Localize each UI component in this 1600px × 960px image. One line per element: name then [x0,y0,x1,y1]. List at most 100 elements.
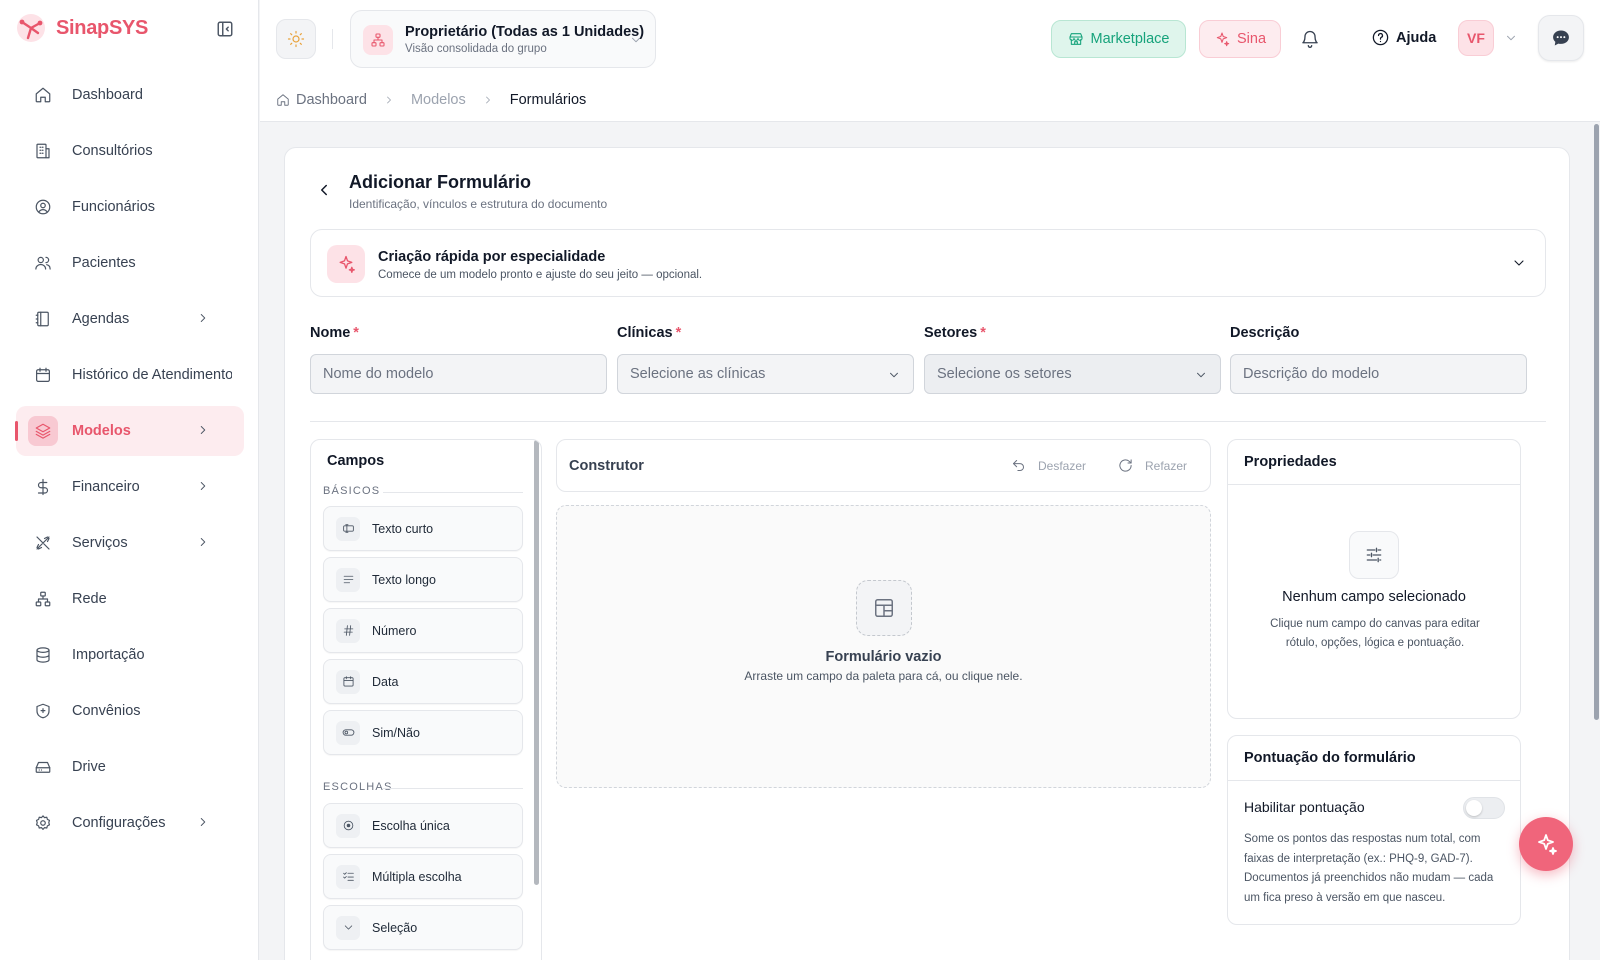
palette-group-choices: ESCOLHAS [323,781,523,793]
sidebar-item-financeiro[interactable]: Financeiro [16,462,244,512]
theme-toggle-button[interactable] [276,19,316,59]
sectors-placeholder: Selecione os setores [937,366,1072,382]
sidebar-item-servicos[interactable]: Serviços [16,518,244,568]
quick-create-title: Criação rápida por especialidade [378,249,606,265]
undo-button[interactable]: Desfazer [1011,458,1086,473]
notifications-button[interactable] [1300,29,1320,49]
brand[interactable]: SinapSYS [16,13,148,43]
chevron-down-icon[interactable] [1504,31,1518,45]
avatar[interactable]: VF [1458,20,1494,56]
unit-selector[interactable]: Proprietário (Todas as 1 Unidades) Visão… [350,10,656,68]
sidebar-item-pacientes[interactable]: Pacientes [16,238,244,288]
chevron-down-icon [632,37,640,43]
undo-label: Desfazer [1038,458,1087,473]
palette-item-single-choice[interactable]: Escolha única [323,803,523,848]
builder-header: Construtor Desfazer Refazer [556,439,1211,492]
chevron-right-icon [200,482,206,490]
palette-item-date[interactable]: Data [323,659,523,704]
palette-item-short-text[interactable]: Texto curto [323,506,523,551]
chevron-right-icon [485,96,490,103]
unit-title: Proprietário (Todas as 1 Unidades) [405,24,645,40]
clinics-field: Clínicas * Selecione as clínicas [617,325,914,394]
quick-create-panel[interactable]: Criação rápida por especialidade Comece … [310,229,1546,297]
hierarchy-icon [363,25,393,55]
canvas-empty-subtitle: Arraste um campo da paleta para cá, ou c… [744,669,1023,683]
sectors-select[interactable]: Selecione os setores [924,354,1221,394]
page-scrollbar[interactable] [1594,124,1599,720]
align-left-icon [336,567,360,592]
chevron-right-icon [200,314,206,322]
palette-item-label: Sim/Não [372,725,420,740]
sectors-field: Setores * Selecione os setores [924,325,1221,394]
breadcrumb-home[interactable]: Dashboard [276,92,367,108]
marketplace-button[interactable]: Marketplace [1051,20,1186,58]
chevron-down-icon [1197,372,1205,378]
quick-create-subtitle: Comece de um modelo pronto e ajuste do s… [378,269,703,281]
chat-button[interactable] [1538,15,1584,61]
tools-icon [36,536,50,550]
dollar-icon [37,478,49,496]
description-input[interactable]: Descrição do modelo [1230,354,1527,394]
chevron-right-icon [200,426,206,434]
unit-subtitle: Visão consolidada do grupo [405,43,547,55]
sparkles-icon [327,245,365,283]
name-input[interactable]: Nome do modelo [310,354,607,394]
palette-group-basic: BÁSICOS [323,485,523,497]
sidebar-item-dashboard[interactable]: Dashboard [16,70,244,120]
sidebar-item-rede[interactable]: Rede [16,574,244,624]
clinics-select[interactable]: Selecione as clínicas [617,354,914,394]
redo-button[interactable]: Refazer [1118,458,1187,473]
palette-item-label: Texto longo [372,572,436,587]
palette-item-long-text[interactable]: Texto longo [323,557,523,602]
sidebar-item-agendas[interactable]: Agendas [16,294,244,344]
sidebar-item-funcionarios[interactable]: Funcionários [16,182,244,232]
palette-item-yes-no[interactable]: Sim/Não [323,710,523,755]
book-icon [35,311,49,327]
sidebar-item-label: Drive [72,759,106,775]
palette-scrollbar[interactable] [534,440,539,885]
sidebar-item-convenios[interactable]: Convênios [16,686,244,736]
palette-item-label: Número [372,623,417,638]
chevron-down-icon [336,915,360,940]
scoring-toggle[interactable] [1463,797,1505,819]
sidebar-item-label: Funcionários [72,199,156,215]
hash-icon [336,618,360,643]
calendar-icon [36,367,50,382]
brand-name: SinapSYS [56,16,149,39]
marketplace-label: Marketplace [1090,31,1170,47]
help-button[interactable]: Ajuda [1371,28,1436,47]
sidebar-item-importacao[interactable]: Importação [16,630,244,680]
network-icon [35,591,51,607]
sectors-label: Setores * [924,325,986,341]
logo-icon [17,14,45,42]
sidebar-item-configuracoes[interactable]: Configurações [16,798,244,848]
sidebar-item-consultorios[interactable]: Consultórios [16,126,244,176]
bell-icon [1302,30,1318,48]
sliders-icon [1349,531,1399,579]
fields-palette: Campos BÁSICOS Texto curto Texto longo N… [310,439,542,960]
clinics-label: Clínicas * [617,325,682,341]
palette-item-multiple-choice[interactable]: Múltipla escolha [323,854,523,899]
breadcrumb-modelos[interactable]: Modelos [411,92,466,108]
collapse-sidebar-icon[interactable] [216,20,236,40]
builder-canvas[interactable]: Formulário vazio Arraste um campo da pal… [556,505,1211,788]
ai-assistant-button[interactable] [1519,817,1573,871]
chevron-left-icon [321,184,327,196]
page-title: Adicionar Formulário [349,172,532,192]
properties-empty-subtitle: Clique num campo do canvas para editar r… [1270,618,1480,649]
breadcrumb-current: Formulários [509,91,587,108]
sina-button[interactable]: Sina [1199,20,1281,58]
sun-icon [287,30,305,48]
sidebar-item-drive[interactable]: Drive [16,742,244,792]
sidebar-item-historico[interactable]: Histórico de Atendimento [16,350,244,400]
sidebar-item-label: Consultórios [72,143,153,159]
shield-icon [36,703,50,719]
sidebar-item-modelos[interactable]: Modelos [15,406,244,456]
building-icon [36,143,50,159]
back-button[interactable] [315,181,333,199]
palette-item-number[interactable]: Número [323,608,523,653]
palette-item-select[interactable]: Seleção [323,905,523,950]
sidebar-item-label: Rede [72,591,107,607]
name-label: Nome * [310,325,359,341]
palette-item-label: Seleção [372,920,418,935]
